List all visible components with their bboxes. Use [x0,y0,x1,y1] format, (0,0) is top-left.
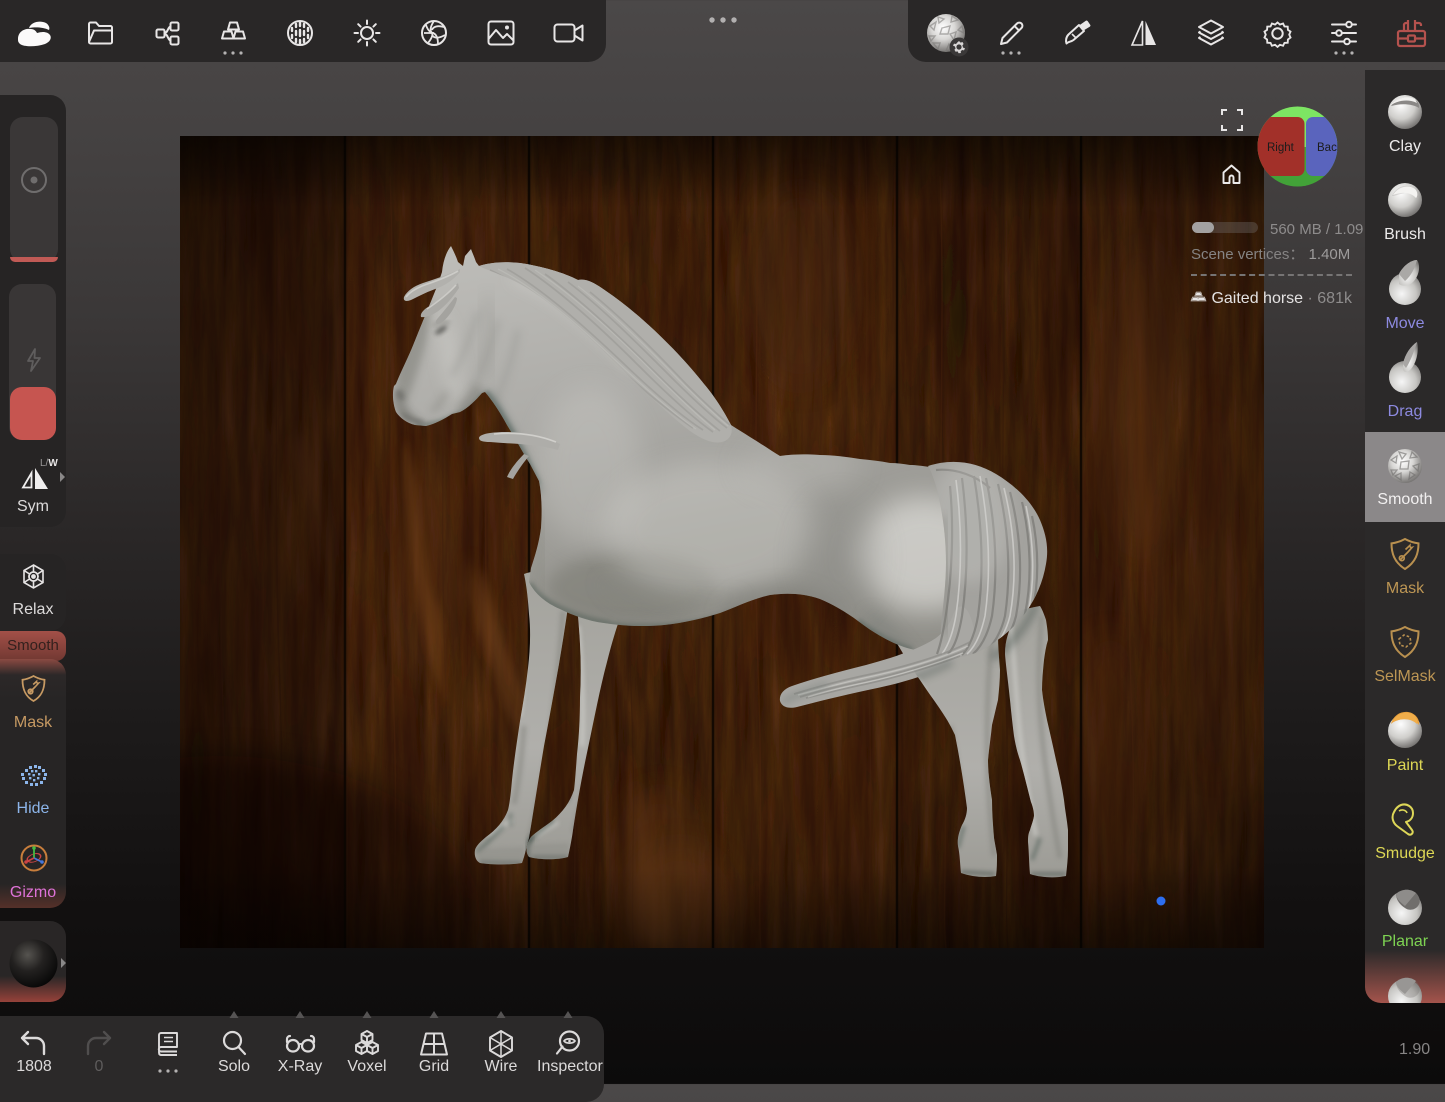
svg-text:Back: Back [1317,142,1338,154]
svg-text:Right: Right [1267,142,1295,154]
